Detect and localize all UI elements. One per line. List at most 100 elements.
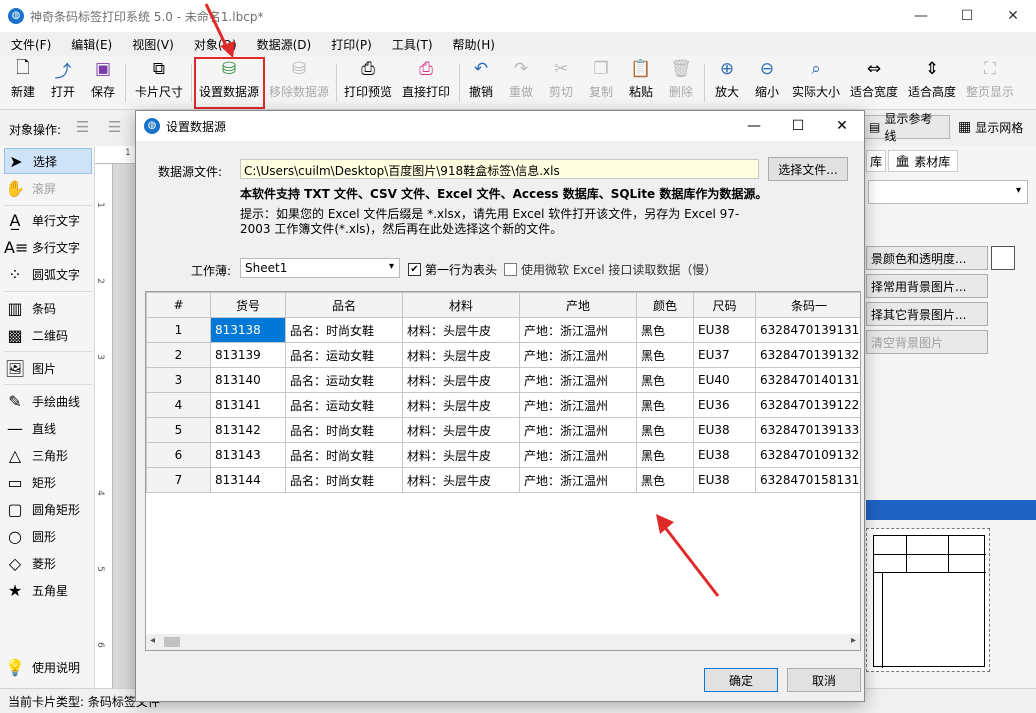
tab-library[interactable]: 库 (866, 150, 886, 172)
table-cell[interactable]: 813144 (210, 467, 286, 493)
remove-datasource-button[interactable]: ⛁ 移除数据源 (266, 58, 332, 106)
menu-edit[interactable]: 编辑(E) (60, 36, 121, 53)
table-cell[interactable]: 产地：浙江温州 (519, 467, 637, 493)
tool-circle[interactable]: ○ 圆形 (4, 523, 92, 549)
open-button[interactable]: ⤴ 打开 (48, 58, 78, 106)
table-cell[interactable]: 产地：浙江温州 (519, 367, 637, 393)
tool-arc-text[interactable]: ⁘ 圆弧文字 (4, 261, 92, 287)
table-cell[interactable]: 黑色 (636, 342, 694, 368)
col-header-origin[interactable]: 产地 (519, 292, 637, 318)
table-row[interactable]: 1 813138 品名：时尚女鞋 材料：头层牛皮 产地：浙江温州 黑色 EU38… (146, 317, 860, 343)
table-cell[interactable]: 6328470140131 (755, 367, 860, 393)
horizontal-scrollbar[interactable]: ◂ ▸ (146, 634, 860, 650)
table-cell[interactable]: 813141 (210, 392, 286, 418)
table-cell[interactable]: 材料：头层牛皮 (402, 317, 520, 343)
table-cell[interactable]: 黑色 (636, 417, 694, 443)
table-cell[interactable]: 黑色 (636, 317, 694, 343)
col-header-color[interactable]: 颜色 (636, 292, 694, 318)
scroll-left-icon[interactable]: ◂ (150, 635, 155, 646)
table-row[interactable]: 7 813144 品名：时尚女鞋 材料：头层牛皮 产地：浙江温州 黑色 EU38… (146, 467, 860, 493)
table-cell[interactable]: 813139 (210, 342, 286, 368)
table-cell[interactable]: 6328470139132 (755, 342, 860, 368)
table-cell[interactable]: EU38 (693, 417, 756, 443)
tool-diamond[interactable]: ◇ 菱形 (4, 550, 92, 576)
col-header-barcode[interactable]: 条码一 (755, 292, 860, 318)
col-header-index[interactable]: # (146, 292, 211, 318)
tool-round-rect[interactable]: ▢ 圆角矩形 (4, 496, 92, 522)
scroll-right-icon[interactable]: ▸ (851, 635, 856, 646)
table-cell[interactable]: 6328470158131 (755, 467, 860, 493)
table-cell[interactable]: 产地：浙江温州 (519, 417, 637, 443)
tool-rect[interactable]: ▭ 矩形 (4, 469, 92, 495)
menu-print[interactable]: 打印(P) (320, 36, 381, 53)
menu-datasource[interactable]: 数据源(D) (246, 36, 321, 53)
table-row[interactable]: 5 813142 品名：时尚女鞋 材料：头层牛皮 产地：浙江温州 黑色 EU38… (146, 417, 860, 443)
print-preview-button[interactable]: ⎙ 打印预览 (342, 58, 394, 106)
table-cell[interactable]: 材料：头层牛皮 (402, 442, 520, 468)
delete-button[interactable]: 🗑 删除 (666, 58, 696, 106)
table-cell[interactable]: EU37 (693, 342, 756, 368)
table-cell[interactable]: 813140 (210, 367, 286, 393)
cut-button[interactable]: ✂ 剪切 (546, 58, 576, 106)
menu-tools[interactable]: 工具(T) (381, 36, 442, 53)
table-cell[interactable]: 6328470139122 (755, 392, 860, 418)
bg-color-swatch[interactable] (991, 246, 1015, 270)
layer-up-icon[interactable]: ☰ (76, 118, 98, 138)
table-cell[interactable]: EU36 (693, 392, 756, 418)
table-cell[interactable]: 黑色 (636, 442, 694, 468)
menu-file[interactable]: 文件(F) (0, 36, 60, 53)
tool-star[interactable]: ★ 五角星 (4, 577, 92, 603)
zoom-in-button[interactable]: ⊕ 放大 (712, 58, 742, 106)
maximize-button[interactable]: ☐ (944, 0, 990, 32)
fit-height-button[interactable]: ⇕ 适合高度 (906, 58, 958, 106)
tool-single-text[interactable]: A̲ 单行文字 (4, 207, 92, 233)
undo-button[interactable]: ↶ 撤销 (466, 58, 496, 106)
table-cell[interactable]: 品名：运动女鞋 (285, 392, 403, 418)
fit-width-button[interactable]: ⇔ 适合宽度 (848, 58, 900, 106)
table-cell[interactable]: 品名：时尚女鞋 (285, 467, 403, 493)
col-header-material[interactable]: 材料 (402, 292, 520, 318)
tool-image[interactable]: 🖼 图片 (4, 355, 92, 381)
table-row[interactable]: 2 813139 品名：运动女鞋 材料：头层牛皮 产地：浙江温州 黑色 EU37… (146, 342, 860, 368)
other-bg-image-button[interactable]: 择其它背景图片... (866, 302, 988, 326)
menu-view[interactable]: 视图(V) (121, 36, 183, 53)
table-cell[interactable]: 产地：浙江温州 (519, 442, 637, 468)
tab-material-library[interactable]: 🏛 素材库 (888, 150, 958, 172)
table-cell[interactable]: 材料：头层牛皮 (402, 342, 520, 368)
col-header-sku[interactable]: 货号 (210, 292, 286, 318)
table-cell[interactable]: 6328470139131 (755, 317, 860, 343)
table-cell[interactable]: 品名：运动女鞋 (285, 367, 403, 393)
zoom-out-button[interactable]: ⊖ 缩小 (752, 58, 782, 106)
table-cell[interactable]: 产地：浙江温州 (519, 342, 637, 368)
tool-scroll[interactable]: ✋ 滚屏 (4, 175, 92, 201)
table-row[interactable]: 4 813141 品名：运动女鞋 材料：头层牛皮 产地：浙江温州 黑色 EU36… (146, 392, 860, 418)
menu-help[interactable]: 帮助(H) (442, 36, 504, 53)
table-cell[interactable]: 品名：时尚女鞋 (285, 442, 403, 468)
menu-object[interactable]: 对象(O) (183, 36, 246, 53)
tool-barcode[interactable]: ▥ 条码 (4, 295, 92, 321)
table-cell[interactable]: 材料：头层牛皮 (402, 392, 520, 418)
use-ms-excel-checkbox[interactable]: 使用微软 Excel 接口读取数据（慢） (504, 261, 716, 278)
ok-button[interactable]: 确定 (704, 668, 778, 692)
table-cell[interactable]: 品名：运动女鞋 (285, 342, 403, 368)
layer-down-icon[interactable]: ☰ (108, 118, 130, 138)
save-button[interactable]: ▣ 保存 (88, 58, 118, 106)
table-cell[interactable]: EU38 (693, 317, 756, 343)
redo-button[interactable]: ↷ 重做 (506, 58, 536, 106)
clear-bg-image-button[interactable]: 清空背景图片 (866, 330, 988, 354)
table-cell[interactable]: 813142 (210, 417, 286, 443)
table-row[interactable]: 3 813140 品名：运动女鞋 材料：头层牛皮 产地：浙江温州 黑色 EU40… (146, 367, 860, 393)
tool-qrcode[interactable]: ▩ 二维码 (4, 322, 92, 348)
table-cell[interactable]: 6328470109132 (755, 442, 860, 468)
card-size-button[interactable]: ⧉ 卡片尺寸 (132, 58, 186, 106)
datasource-file-path-input[interactable]: C:\Users\cuilm\Desktop\百度图片\918鞋盒标签\信息.x… (240, 159, 759, 179)
dialog-minimize-button[interactable]: — (732, 111, 776, 141)
table-cell[interactable]: 品名：时尚女鞋 (285, 317, 403, 343)
table-cell[interactable]: 813138 (210, 317, 286, 343)
table-cell[interactable]: 品名：时尚女鞋 (285, 417, 403, 443)
table-cell[interactable]: 813143 (210, 442, 286, 468)
choose-file-button[interactable]: 选择文件... (768, 157, 848, 181)
table-cell[interactable]: EU38 (693, 467, 756, 493)
design-canvas[interactable] (113, 164, 135, 688)
direct-print-button[interactable]: ⎙ 直接打印 (400, 58, 452, 106)
